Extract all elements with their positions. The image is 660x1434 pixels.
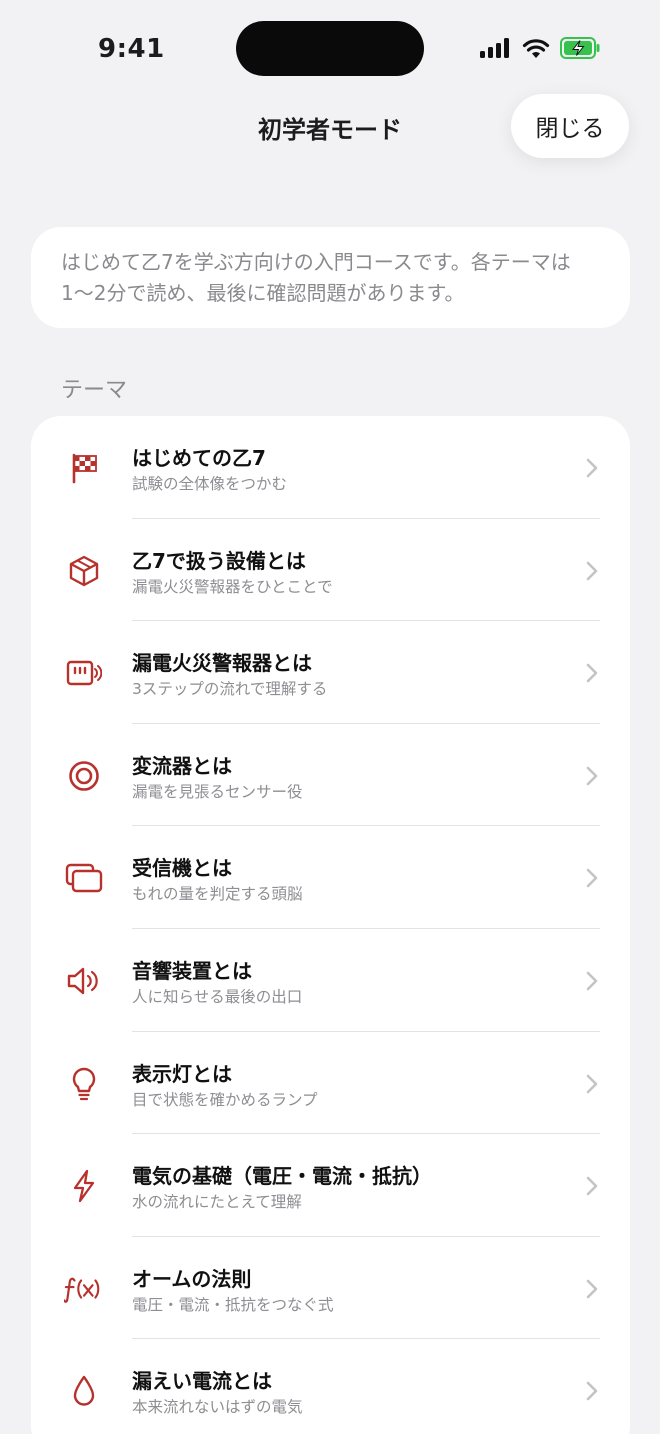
speaker-icon [64,963,104,999]
alarm-panel-icon [64,655,104,691]
function-fx-icon [64,1271,104,1307]
topic-row[interactable]: 受信機とは もれの量を判定する頭脳 [31,826,630,929]
topic-row[interactable]: 漏電火災警報器とは 3ステップの流れで理解する [31,621,630,724]
topic-subtitle: 漏電を見張るセンサー役 [132,782,303,801]
topic-title: 表示灯とは [132,1061,232,1086]
chevron-right-icon [586,1176,598,1196]
topic-row[interactable]: 音響装置とは 人に知らせる最後の出口 [31,929,630,1032]
topic-title: 電気の基礎（電圧・電流・抵抗） [132,1164,432,1189]
intro-text: はじめて乙7を学ぶ方向けの入門コースです。各テーマは1〜2分で読め、最後に確認問… [61,250,571,305]
close-button[interactable]: 閉じる [511,94,629,158]
status-icons [480,36,600,60]
topic-row[interactable]: 電気の基礎（電圧・電流・抵抗） 水の流れにたとえて理解 [31,1134,630,1237]
water-drop-icon [64,1373,104,1409]
topic-row[interactable]: オームの法則 電圧・電流・抵抗をつなぐ式 [31,1237,630,1340]
chevron-right-icon [586,458,598,478]
topic-title: 漏電火災警報器とは [132,651,312,676]
cube-icon [64,553,104,589]
topic-row[interactable]: 変流器とは 漏電を見張るセンサー役 [31,724,630,827]
dynamic-island [236,21,424,76]
topic-title: オームの法則 [132,1266,252,1291]
topic-list: はじめての乙7 試験の全体像をつかむ 乙7で扱う設備とは 漏電火災警報器をひとこ… [31,416,630,1434]
topic-subtitle: 目で状態を確かめるランプ [132,1090,318,1109]
screen: 9:41 初学者モード 閉じる はじめて乙7を学ぶ方向けの入門コースです。各テー… [0,0,660,1434]
topic-subtitle: 3ステップの流れで理解する [132,680,328,699]
chevron-right-icon [586,766,598,786]
topic-title: 変流器とは [132,753,232,778]
wifi-icon [522,39,550,58]
topic-subtitle: 水の流れにたとえて理解 [132,1193,302,1212]
topic-row[interactable]: 漏えい電流とは 本来流れないはずの電気 [31,1339,630,1434]
lightbulb-icon [64,1066,104,1102]
chevron-right-icon [586,869,598,888]
battery-charging-icon [560,37,600,59]
section-label: テーマ [61,378,128,403]
cellular-signal-icon [480,38,509,58]
chevron-right-icon [586,561,598,580]
status-bar: 9:41 [0,0,660,96]
topic-row[interactable]: はじめての乙7 試験の全体像をつかむ [31,416,630,519]
chevron-right-icon [586,1074,598,1093]
topic-title: 漏えい電流とは [132,1369,272,1394]
topic-row[interactable]: 表示灯とは 目で状態を確かめるランプ [31,1032,630,1135]
intro-card: はじめて乙7を学ぶ方向けの入門コースです。各テーマは1〜2分で読め、最後に確認問… [31,227,630,328]
status-time: 9:41 [98,34,165,64]
lightning-bolt-icon [64,1168,104,1204]
topic-title: 音響装置とは [132,958,252,983]
checkered-flag-icon [64,450,104,486]
topic-title: 受信機とは [132,856,232,881]
topic-subtitle: 試験の全体像をつかむ [132,475,288,493]
topic-subtitle: 本来流れないはずの電気 [132,1398,303,1417]
chevron-right-icon [586,971,598,991]
target-circle-icon [64,758,104,794]
chevron-right-icon [586,1279,598,1299]
topic-subtitle: 電圧・電流・抵抗をつなぐ式 [132,1295,334,1314]
chevron-right-icon [586,663,598,683]
topic-subtitle: もれの量を判定する頭脳 [132,885,303,904]
chevron-right-icon [586,1382,598,1401]
topic-subtitle: 人に知らせる最後の出口 [132,987,303,1006]
topic-subtitle: 漏電火災警報器をひとことで [132,577,333,596]
topic-title: 乙7で扱う設備とは [132,548,306,573]
topic-row[interactable]: 乙7で扱う設備とは 漏電火災警報器をひとことで [31,519,630,622]
stacked-windows-icon [64,860,104,896]
topic-title: はじめての乙7 [132,446,266,470]
